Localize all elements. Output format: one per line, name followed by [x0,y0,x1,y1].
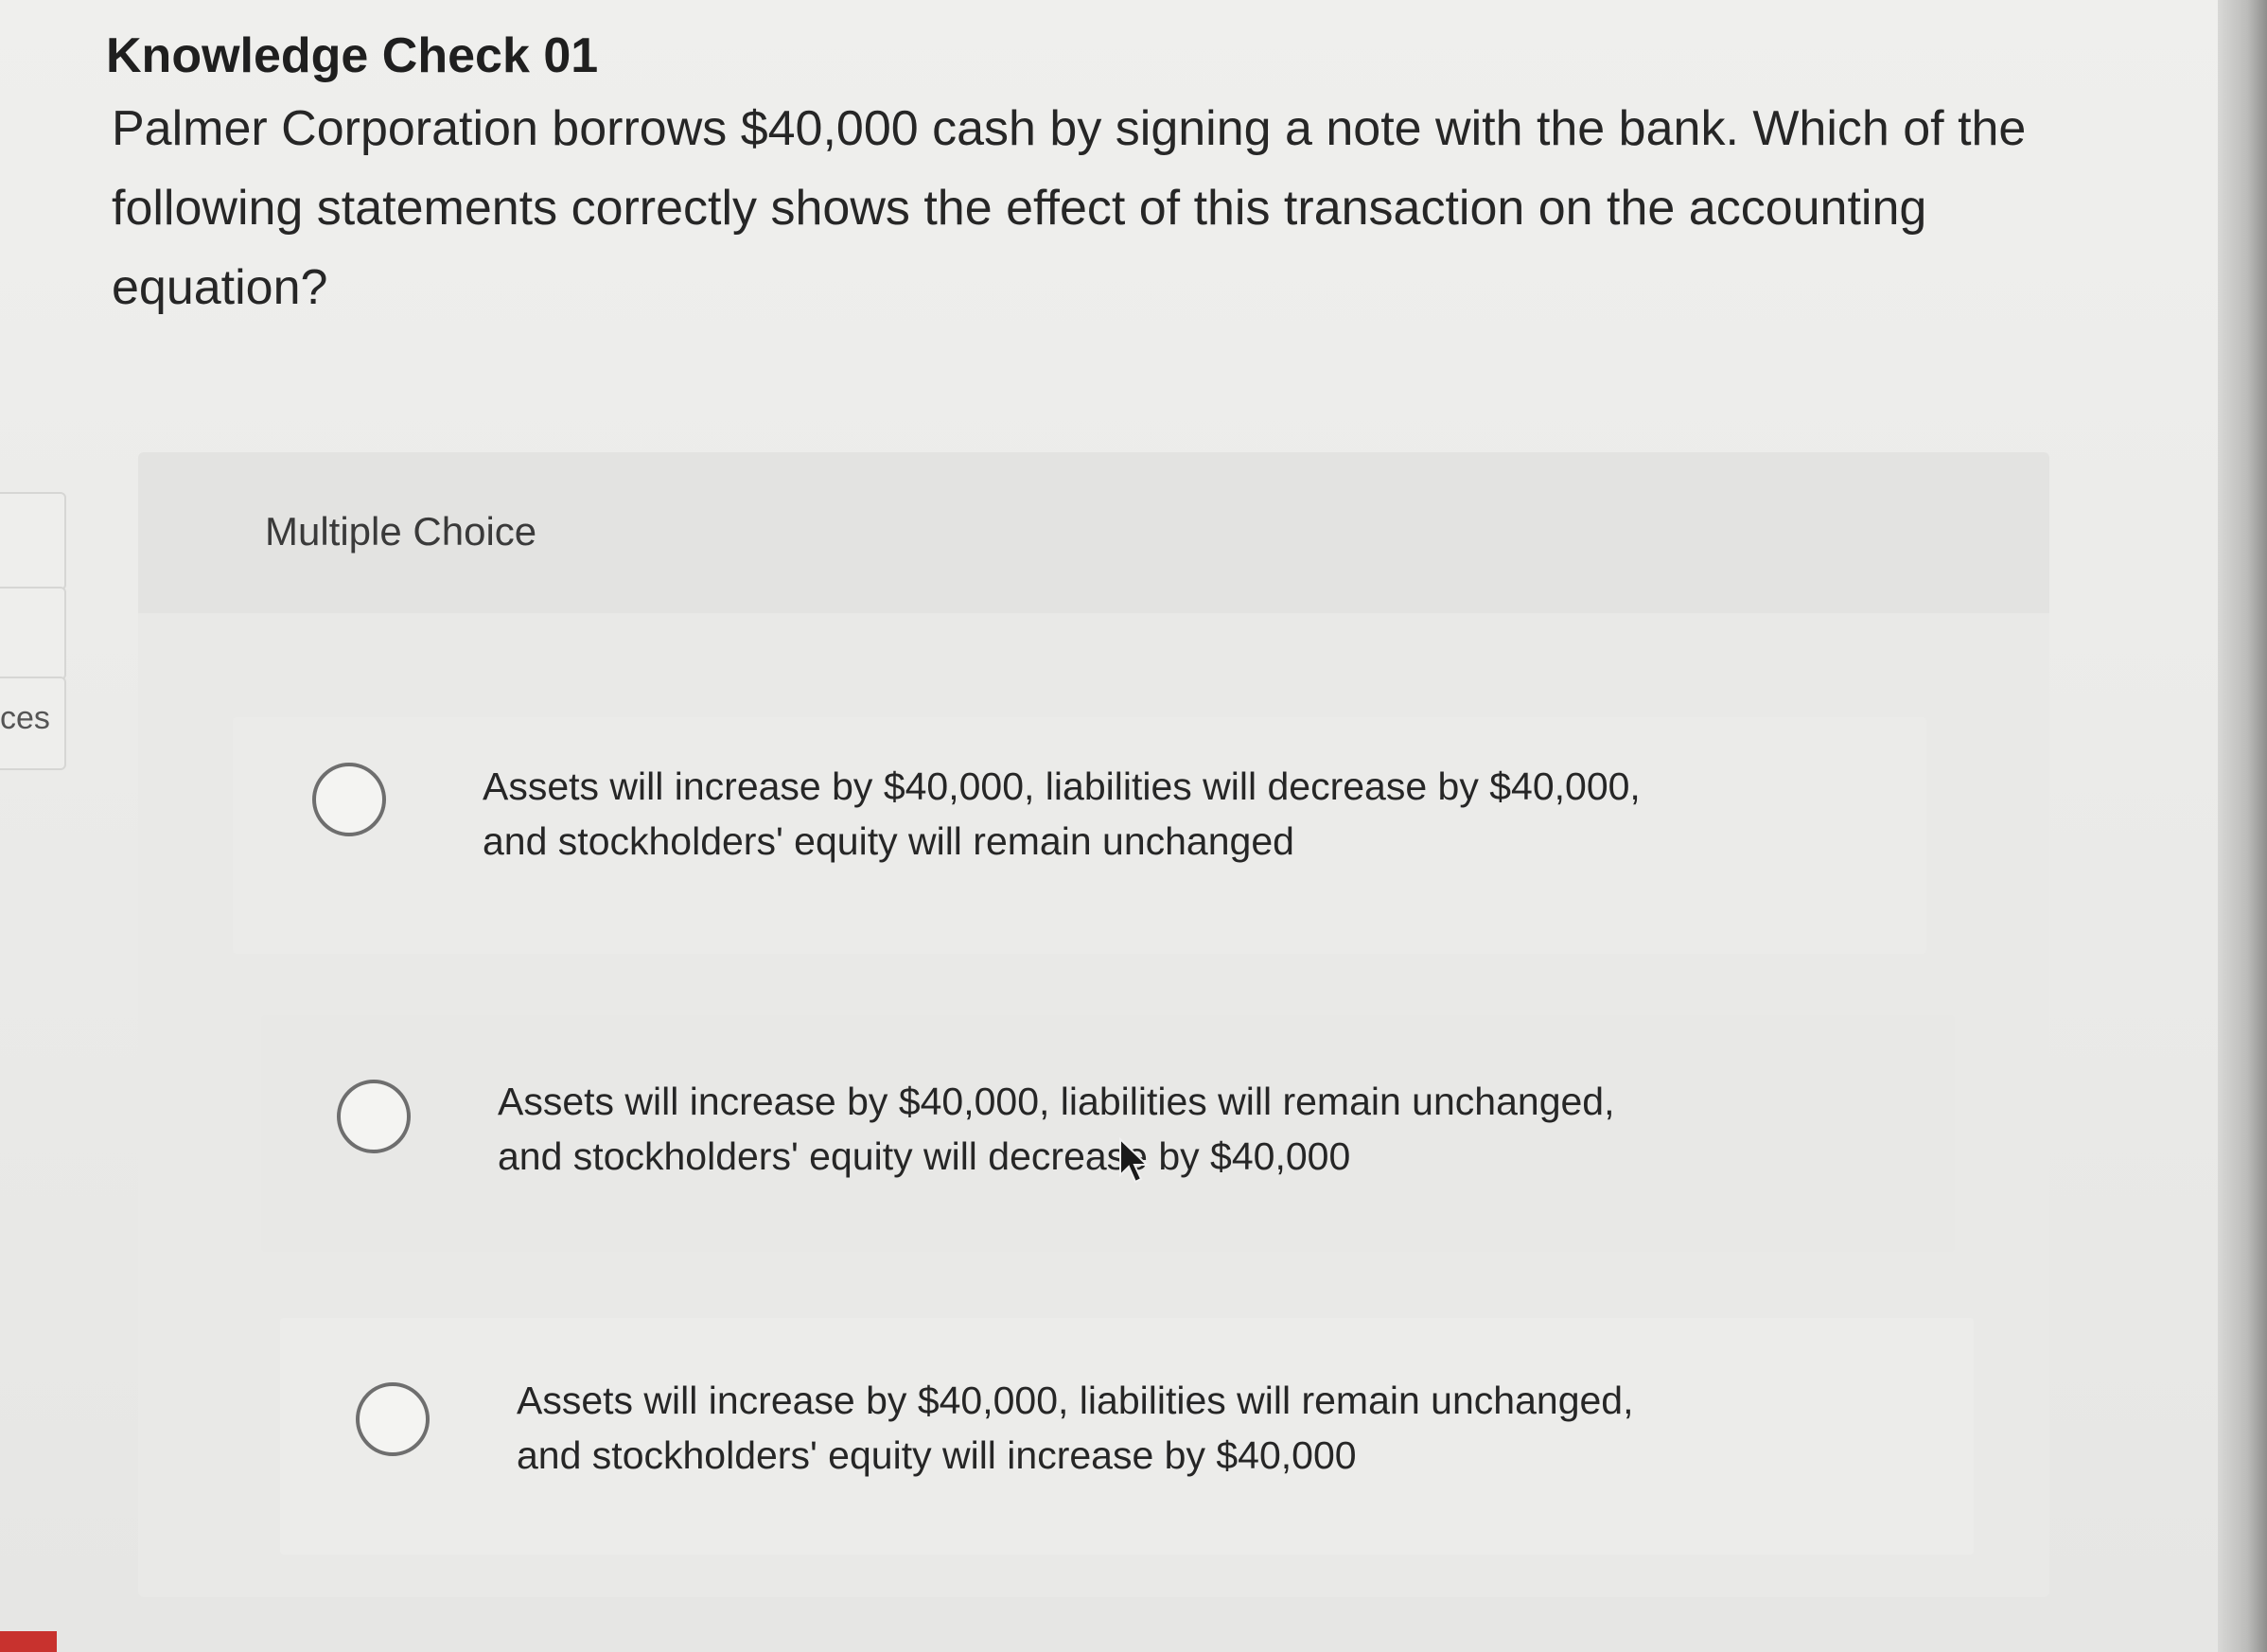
left-side-panel: ces [0,492,76,770]
page-title: Knowledge Check 01 [106,28,599,83]
question-header: Knowledge Check 01 Palmer Corporation bo… [106,26,2074,327]
radio-button[interactable] [312,763,386,836]
question-text: Palmer Corporation borrows $40,000 cash … [112,101,2027,315]
screen-edge [2218,0,2267,1652]
radio-button[interactable] [337,1080,411,1153]
answer-option-text[interactable]: Assets will increase by $40,000, liabili… [483,759,1675,869]
red-corner-marker [0,1631,57,1652]
answer-option-text[interactable]: Assets will increase by $40,000, liabili… [498,1074,1690,1184]
answer-option-2[interactable]: Assets will increase by $40,000, liabili… [261,1015,1955,1252]
multiple-choice-label: Multiple Choice [265,509,537,554]
multiple-choice-panel: Multiple Choice Assets will increase by … [138,452,2049,1597]
side-tab-label[interactable]: ces [0,700,50,737]
multiple-choice-header: Multiple Choice [138,452,2049,613]
answer-option-1[interactable]: Assets will increase by $40,000, liabili… [233,717,1926,954]
side-tab[interactable] [0,492,66,590]
radio-button[interactable] [356,1382,430,1456]
answer-option-text[interactable]: Assets will increase by $40,000, liabili… [517,1373,1709,1483]
side-tab[interactable] [0,587,66,680]
answer-option-3[interactable]: Assets will increase by $40,000, liabili… [280,1318,1974,1555]
